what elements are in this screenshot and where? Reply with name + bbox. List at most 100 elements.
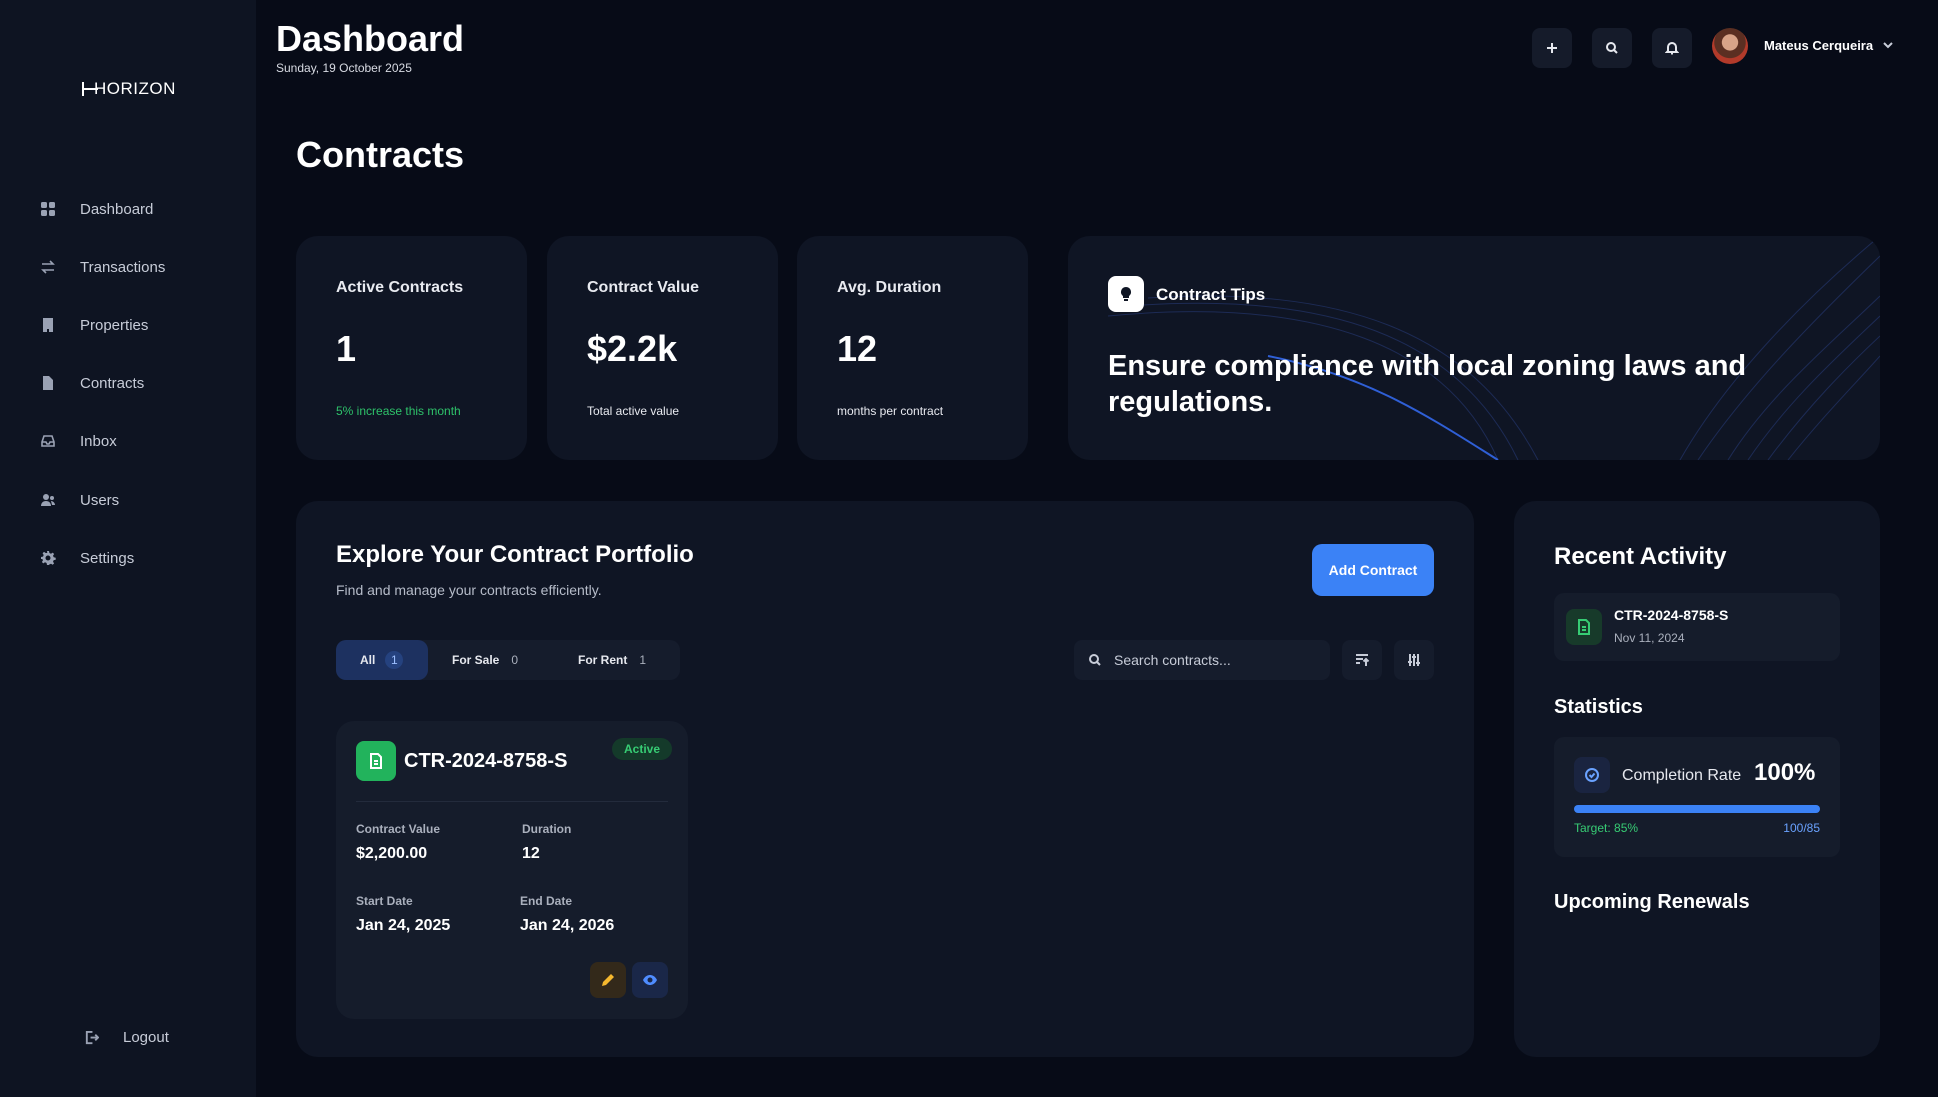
tab-for-sale[interactable]: For Sale 0 xyxy=(452,640,518,680)
search-button[interactable] xyxy=(1592,28,1632,68)
status-badge: Active xyxy=(612,738,673,760)
portfolio-panel: Explore Your Contract Portfolio Find and… xyxy=(296,501,1474,1057)
header-date: Sunday, 19 October 2025 xyxy=(276,61,412,75)
sidebar-item-transactions[interactable]: Transactions xyxy=(40,255,165,279)
sidebar-item-dashboard[interactable]: Dashboard xyxy=(40,197,153,221)
brand-logo[interactable]: HORIZON xyxy=(82,79,176,99)
duration-label: Duration xyxy=(522,822,572,836)
stat-value: 1 xyxy=(336,328,357,369)
avatar[interactable] xyxy=(1712,28,1748,64)
ratio-text: 100/85 xyxy=(1783,821,1820,835)
tab-label: All xyxy=(360,653,376,667)
chevron-down-icon[interactable] xyxy=(1882,40,1894,50)
sort-icon xyxy=(1356,654,1370,666)
search-contracts xyxy=(1074,640,1330,680)
edit-button[interactable] xyxy=(590,962,626,998)
tips-text: Ensure compliance with local zoning laws… xyxy=(1108,350,1747,418)
tips-title: Contract Tips xyxy=(1156,285,1266,304)
sidebar-item-label: Transactions xyxy=(80,258,166,276)
sidebar-item-label: Contracts xyxy=(80,374,145,392)
tab-count: 1 xyxy=(385,651,404,669)
tab-for-rent[interactable]: For Rent 1 xyxy=(578,640,646,680)
completion-rate-card: Completion Rate 100% Target: 85% 100/85 xyxy=(1554,737,1840,857)
bell-icon xyxy=(1665,42,1679,55)
page-title: Contracts xyxy=(296,134,465,175)
sliders-icon xyxy=(1408,654,1420,666)
lightbulb-icon xyxy=(1108,276,1144,312)
progress-fill xyxy=(1574,805,1820,813)
add-button[interactable] xyxy=(1532,28,1572,68)
logout-icon xyxy=(85,1030,99,1045)
header-title: Dashboard xyxy=(276,18,465,59)
search-input[interactable] xyxy=(1114,652,1314,668)
sidebar-item-label: Settings xyxy=(80,549,135,567)
user-name[interactable]: Mateus Cerqueira xyxy=(1764,38,1873,53)
sidebar: HORIZON Dashboard Transactions Propertie… xyxy=(0,0,256,1097)
contract-card[interactable]: CTR-2024-8758-S Active Contract Value $2… xyxy=(336,721,688,1019)
tab-label: For Sale xyxy=(452,653,500,667)
completion-rate-value: 100% xyxy=(1754,759,1816,786)
statistics-title: Statistics xyxy=(1554,696,1643,718)
stat-sub: 5% increase this month xyxy=(336,404,461,418)
contract-value: $2,200.00 xyxy=(356,845,428,862)
tab-all[interactable]: All 1 xyxy=(336,640,428,680)
eye-icon xyxy=(643,975,657,985)
document-icon xyxy=(43,376,53,390)
pencil-icon xyxy=(602,974,614,986)
building-icon xyxy=(43,318,53,332)
users-icon xyxy=(41,494,55,506)
inbox-icon xyxy=(41,435,55,447)
tab-count: 0 xyxy=(511,653,519,667)
portfolio-subtitle: Find and manage your contracts efficient… xyxy=(336,582,602,598)
activity-id: CTR-2024-8758-S xyxy=(1614,607,1729,623)
check-circle-icon xyxy=(1574,757,1610,793)
sidebar-item-label: Dashboard xyxy=(80,200,154,218)
stat-card-active-contracts: Active Contracts 1 5% increase this mont… xyxy=(296,236,527,460)
activity-date: Nov 11, 2024 xyxy=(1614,631,1685,645)
start-date-label: Start Date xyxy=(356,894,413,908)
search-icon xyxy=(1089,654,1101,666)
filter-button[interactable] xyxy=(1394,640,1434,680)
gear-icon xyxy=(41,551,56,565)
activity-item[interactable]: CTR-2024-8758-S Nov 11, 2024 xyxy=(1554,593,1840,661)
add-contract-button[interactable]: Add Contract xyxy=(1312,544,1434,596)
upcoming-renewals-title: Upcoming Renewals xyxy=(1554,891,1750,913)
document-icon xyxy=(1566,609,1602,645)
sidebar-item-properties[interactable]: Properties xyxy=(40,313,148,337)
recent-activity-title: Recent Activity xyxy=(1554,543,1727,570)
portfolio-title: Explore Your Contract Portfolio xyxy=(336,541,694,568)
stat-label: Active Contracts xyxy=(336,279,464,296)
tab-count: 1 xyxy=(639,653,647,667)
divider xyxy=(356,801,668,802)
arrows-icon xyxy=(41,260,55,274)
start-date-value: Jan 24, 2025 xyxy=(356,917,451,934)
document-icon xyxy=(356,741,396,781)
stat-card-avg-duration: Avg. Duration 12 months per contract xyxy=(797,236,1028,460)
sidebar-item-users[interactable]: Users xyxy=(40,488,119,512)
sidebar-item-contracts[interactable]: Contracts xyxy=(40,371,144,395)
sidebar-item-settings[interactable]: Settings xyxy=(40,546,134,570)
sidebar-item-label: Inbox xyxy=(80,432,117,450)
sidebar-item-label: Users xyxy=(80,491,120,509)
notifications-button[interactable] xyxy=(1652,28,1692,68)
logout-button[interactable]: Logout xyxy=(84,1029,169,1046)
grid-icon xyxy=(41,202,55,216)
stat-value: 12 xyxy=(837,328,878,369)
tab-label: For Rent xyxy=(578,653,628,667)
filter-tabs: All 1 For Sale 0 For Rent 1 xyxy=(336,640,680,680)
view-button[interactable] xyxy=(632,962,668,998)
contract-value-label: Contract Value xyxy=(356,822,441,836)
sidebar-item-inbox[interactable]: Inbox xyxy=(40,429,117,453)
end-date-value: Jan 24, 2026 xyxy=(520,917,615,934)
stat-label: Avg. Duration xyxy=(837,279,942,296)
contract-tips-card: Contract Tips Ensure compliance with loc… xyxy=(1068,236,1880,460)
stat-sub: Total active value xyxy=(587,404,680,418)
logo-text: HORIZON xyxy=(94,79,176,98)
sort-button[interactable] xyxy=(1342,640,1382,680)
logout-label: Logout xyxy=(123,1029,169,1046)
completion-rate-label: Completion Rate xyxy=(1622,767,1742,784)
logo-icon xyxy=(82,82,98,96)
end-date-label: End Date xyxy=(520,894,573,908)
plus-icon xyxy=(1547,43,1557,53)
stat-sub: months per contract xyxy=(837,404,944,418)
